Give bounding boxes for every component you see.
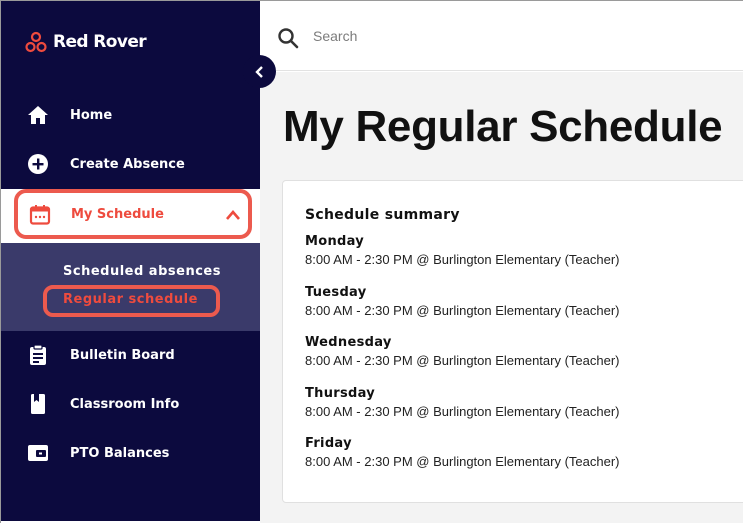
main-content: My Regular Schedule Schedule summary Mon… <box>260 72 743 523</box>
wallet-icon <box>27 442 49 464</box>
clipboard-icon <box>27 344 49 366</box>
plus-circle-icon <box>27 153 49 175</box>
schedule-day: Thursday 8:00 AM - 2:30 PM @ Burlington … <box>305 386 620 419</box>
day-name: Monday <box>305 234 365 249</box>
home-icon <box>27 104 49 126</box>
subnav-item-scheduled-absences[interactable]: Scheduled absences <box>63 264 221 279</box>
bookmark-icon <box>27 393 49 415</box>
search-input[interactable] <box>313 28 613 44</box>
schedule-summary-card: Schedule summary Monday 8:00 AM - 2:30 P… <box>282 180 743 503</box>
collapse-sidebar-button[interactable] <box>243 55 276 88</box>
day-detail: 8:00 AM - 2:30 PM @ Burlington Elementar… <box>305 454 620 469</box>
schedule-day: Friday 8:00 AM - 2:30 PM @ Burlington El… <box>305 436 620 469</box>
day-detail: 8:00 AM - 2:30 PM @ Burlington Elementar… <box>305 404 620 419</box>
redrover-logo-icon <box>25 31 47 53</box>
sidebar: Red Rover Home Create Absence My Schedul… <box>1 1 260 521</box>
day-name: Tuesday <box>305 285 367 300</box>
day-detail: 8:00 AM - 2:30 PM @ Burlington Elementar… <box>305 252 620 267</box>
search-icon[interactable] <box>277 27 299 54</box>
schedule-day: Wednesday 8:00 AM - 2:30 PM @ Burlington… <box>305 335 620 368</box>
sidebar-item-pto-balances[interactable]: PTO Balances <box>1 433 260 473</box>
day-name: Thursday <box>305 386 376 401</box>
highlight-outline-my-schedule <box>14 189 252 239</box>
sidebar-item-home[interactable]: Home <box>1 95 260 135</box>
top-bar <box>260 1 743 71</box>
day-detail: 8:00 AM - 2:30 PM @ Burlington Elementar… <box>305 303 620 318</box>
sidebar-item-classroom-info[interactable]: Classroom Info <box>1 384 260 424</box>
logo-text: Red Rover <box>53 32 147 52</box>
day-name: Friday <box>305 436 352 451</box>
sidebar-item-label: PTO Balances <box>70 445 170 461</box>
sidebar-item-label: Home <box>70 107 113 123</box>
sidebar-item-label: Bulletin Board <box>70 347 175 363</box>
schedule-day: Monday 8:00 AM - 2:30 PM @ Burlington El… <box>305 234 620 267</box>
chevron-left-icon <box>254 65 263 78</box>
sidebar-item-label: Create Absence <box>70 156 185 172</box>
day-name: Wednesday <box>305 335 392 350</box>
sidebar-item-bulletin-board[interactable]: Bulletin Board <box>1 335 260 375</box>
schedule-summary-title: Schedule summary <box>305 207 460 223</box>
sidebar-item-create-absence[interactable]: Create Absence <box>1 144 260 184</box>
app-logo[interactable]: Red Rover <box>25 28 147 56</box>
sidebar-item-label: Classroom Info <box>70 396 180 412</box>
day-detail: 8:00 AM - 2:30 PM @ Burlington Elementar… <box>305 353 620 368</box>
highlight-outline-regular-schedule <box>43 285 220 317</box>
page-title: My Regular Schedule <box>283 102 723 151</box>
schedule-day: Tuesday 8:00 AM - 2:30 PM @ Burlington E… <box>305 285 620 318</box>
